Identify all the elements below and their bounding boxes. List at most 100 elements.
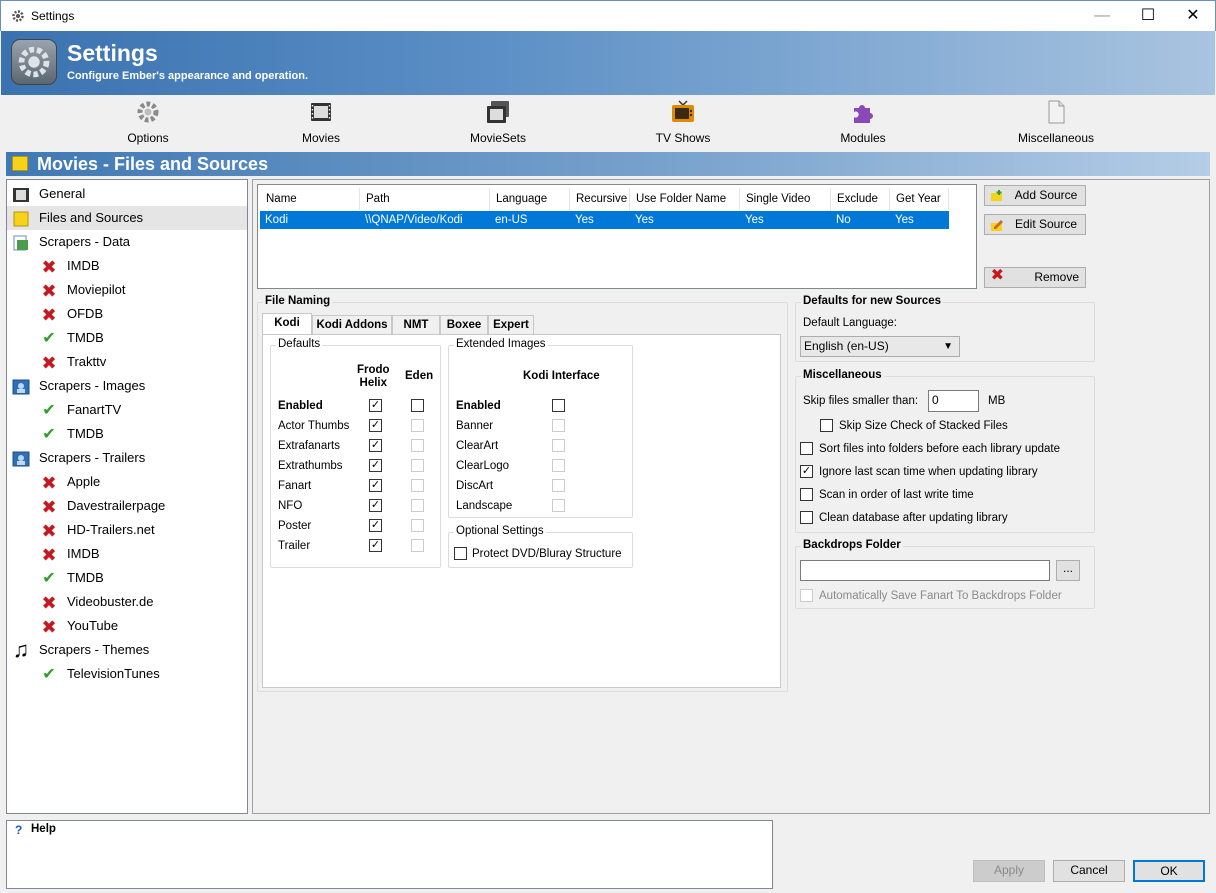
column-header-single-video[interactable]: Single Video xyxy=(740,188,831,210)
edit-source-button[interactable]: Edit Source xyxy=(984,214,1086,235)
sidebar-item-hd-trailers-net[interactable]: ✖ HD-Trailers.net xyxy=(7,518,247,542)
extended-clearlogo-checkbox[interactable] xyxy=(552,459,565,472)
apply-button[interactable]: Apply xyxy=(973,860,1045,882)
sidebar-item-trakttv[interactable]: ✖ Trakttv xyxy=(7,350,247,374)
defaults-nfo-eden-checkbox[interactable] xyxy=(411,499,424,512)
ok-button[interactable]: OK xyxy=(1133,860,1205,882)
tab-boxee[interactable]: Boxee xyxy=(440,315,488,334)
ignore-scan-time-checkbox[interactable]: ✓ xyxy=(800,465,813,478)
defaults-enabled-eden-checkbox[interactable] xyxy=(411,399,424,412)
extended-banner-checkbox[interactable] xyxy=(552,419,565,432)
defaults-nfo-frodo-checkbox[interactable]: ✓ xyxy=(369,499,382,512)
defaults-trailer-frodo-checkbox[interactable]: ✓ xyxy=(369,539,382,552)
defaults-extrathumbs-eden-checkbox[interactable] xyxy=(411,459,424,472)
sidebar-item-youtube[interactable]: ✖ YouTube xyxy=(7,614,247,638)
music-icon: ♫ xyxy=(12,637,30,662)
extended-enabled-label: Enabled xyxy=(456,400,501,412)
cancel-button[interactable]: Cancel xyxy=(1053,860,1125,882)
toolbar-movies[interactable]: Movies xyxy=(281,95,361,150)
maximize-button[interactable]: ☐ xyxy=(1125,1,1171,32)
defaults-actor-thumbs-eden-checkbox[interactable] xyxy=(411,419,424,432)
sort-files-checkbox[interactable] xyxy=(800,442,813,455)
close-button[interactable]: ✕ xyxy=(1170,1,1216,32)
tab-nmt[interactable]: NMT xyxy=(392,315,440,334)
skip-stacked-checkbox[interactable] xyxy=(820,419,833,432)
defaults-fanart-eden-checkbox[interactable] xyxy=(411,479,424,492)
sidebar-item-label: Scrapers - Images xyxy=(39,378,146,393)
sidebar-item-televisiontunes[interactable]: ✔ TelevisionTunes xyxy=(7,662,247,686)
defaults-extrathumbs-frodo-checkbox[interactable]: ✓ xyxy=(369,459,382,472)
data-icon xyxy=(12,234,30,252)
tab-kodi[interactable]: Kodi xyxy=(262,313,312,335)
sidebar-item-tmdb[interactable]: ✔ TMDB xyxy=(7,566,247,590)
column-header-use-folder-name[interactable]: Use Folder Name xyxy=(630,188,740,210)
scan-order-checkbox[interactable] xyxy=(800,488,813,501)
toolbar-moviesets[interactable]: MovieSets xyxy=(458,95,538,150)
toolbar-miscellaneous[interactable]: Miscellaneous xyxy=(1011,95,1101,150)
defaults-enabled-frodo-checkbox[interactable]: ✓ xyxy=(369,399,382,412)
defaults-extrafanarts-frodo-checkbox[interactable]: ✓ xyxy=(369,439,382,452)
sidebar-item-fanarttv[interactable]: ✔ FanartTV xyxy=(7,398,247,422)
sidebar-item-general[interactable]: General xyxy=(7,182,247,206)
extended-discart-checkbox[interactable] xyxy=(552,479,565,492)
extended-landscape-checkbox[interactable] xyxy=(552,499,565,512)
column-header-language[interactable]: Language xyxy=(490,188,570,210)
extended-enabled-checkbox[interactable] xyxy=(552,399,565,412)
clean-database-label: Clean database after updating library xyxy=(819,512,1008,524)
defaults-title: Defaults xyxy=(276,338,323,350)
minimize-button[interactable]: — xyxy=(1079,1,1125,32)
sidebar-item-tmdb[interactable]: ✔ TMDB xyxy=(7,422,247,446)
sidebar-item-scrapers-trailers[interactable]: Scrapers - Trailers xyxy=(7,446,247,470)
sidebar-item-label: Scrapers - Data xyxy=(39,234,131,249)
column-header-recursive[interactable]: Recursive xyxy=(570,188,630,210)
default-language-select[interactable]: English (en-US) ▼ xyxy=(800,336,960,357)
sidebar-item-files-and-sources[interactable]: Files and Sources xyxy=(7,206,247,230)
toolbar-tvshows[interactable]: TV Shows xyxy=(643,95,723,150)
sidebar-item-moviepilot[interactable]: ✖ Moviepilot xyxy=(7,278,247,302)
category-toolbar: Options Movies MovieSets TV Shows Module… xyxy=(1,95,1215,150)
image-icon xyxy=(12,378,30,396)
browse-button[interactable]: ... xyxy=(1056,560,1080,581)
remove-source-button[interactable]: ✖ Remove xyxy=(984,267,1086,288)
column-header-exclude[interactable]: Exclude xyxy=(831,188,890,210)
sidebar-item-apple[interactable]: ✖ Apple xyxy=(7,470,247,494)
sidebar-item-scrapers-images[interactable]: Scrapers - Images xyxy=(7,374,247,398)
column-header-name[interactable]: Name xyxy=(260,188,360,210)
sidebar-item-videobuster-de[interactable]: ✖ Videobuster.de xyxy=(7,590,247,614)
add-source-button[interactable]: Add Source xyxy=(984,185,1086,206)
toolbar-modules[interactable]: Modules xyxy=(823,95,903,150)
settings-tree[interactable]: General Files and Sources Scrapers - Data ✖… xyxy=(6,179,248,814)
sidebar-item-scrapers-themes[interactable]: ♫ Scrapers - Themes xyxy=(7,638,247,662)
skip-size-input[interactable]: 0 xyxy=(928,390,979,412)
toolbar-options[interactable]: Options xyxy=(108,95,188,150)
column-header-get-year[interactable]: Get Year xyxy=(890,188,949,210)
table-row[interactable]: Kodi \\QNAP/Video/Kodi en-US Yes Yes Yes… xyxy=(260,211,949,229)
sources-list[interactable]: Name Path Language Recursive Use Folder … xyxy=(257,184,977,289)
tab-expert[interactable]: Expert xyxy=(488,315,534,334)
folder-icon xyxy=(12,210,30,228)
extended-clearart-checkbox[interactable] xyxy=(552,439,565,452)
clean-database-checkbox[interactable] xyxy=(800,511,813,524)
document-icon xyxy=(1048,100,1065,124)
defaults-poster-frodo-checkbox[interactable]: ✓ xyxy=(369,519,382,532)
sidebar-item-imdb[interactable]: ✖ IMDB xyxy=(7,542,247,566)
defaults-trailer-eden-checkbox[interactable] xyxy=(411,539,424,552)
sidebar-item-ofdb[interactable]: ✖ OFDB xyxy=(7,302,247,326)
defaults-poster-eden-checkbox[interactable] xyxy=(411,519,424,532)
sidebar-item-scrapers-data[interactable]: Scrapers - Data xyxy=(7,230,247,254)
defaults-extrafanarts-eden-checkbox[interactable] xyxy=(411,439,424,452)
sidebar-item-label: Davestrailerpage xyxy=(67,498,166,513)
defaults-actor-thumbs-frodo-checkbox[interactable]: ✓ xyxy=(369,419,382,432)
defaults-fanart-frodo-checkbox[interactable]: ✓ xyxy=(369,479,382,492)
sidebar-item-tmdb[interactable]: ✔ TMDB xyxy=(7,326,247,350)
sidebar-item-davestrailerpage[interactable]: ✖ Davestrailerpage xyxy=(7,494,247,518)
column-header-path[interactable]: Path xyxy=(360,188,490,210)
section-header: Movies - Files and Sources xyxy=(6,152,1210,176)
tab-kodi-addons[interactable]: Kodi Addons xyxy=(312,315,392,334)
auto-save-fanart-checkbox[interactable] xyxy=(800,589,813,602)
edit-icon xyxy=(991,220,1003,231)
backdrops-folder-input[interactable] xyxy=(800,560,1050,581)
protect-dvd-checkbox[interactable] xyxy=(454,547,467,560)
image-icon xyxy=(12,450,30,468)
sidebar-item-imdb[interactable]: ✖ IMDB xyxy=(7,254,247,278)
